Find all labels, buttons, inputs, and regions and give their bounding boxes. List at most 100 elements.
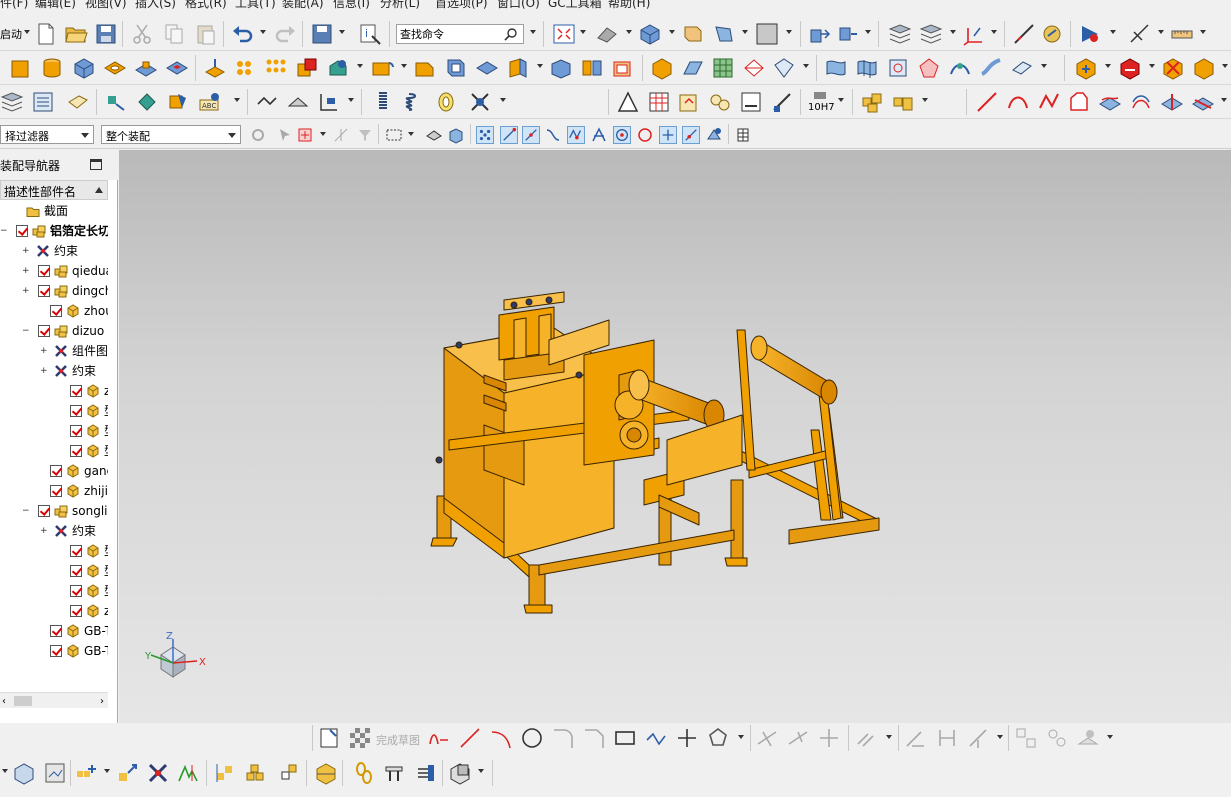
move-parts-icon[interactable]: [116, 761, 140, 785]
chevron-down-icon[interactable]: [742, 30, 748, 34]
fillet-icon[interactable]: [551, 726, 575, 750]
chevron-down-icon[interactable]: [786, 30, 792, 34]
replace-component-icon[interactable]: [1161, 56, 1185, 80]
tree-row[interactable]: 型钢: [0, 581, 108, 601]
chevron-down-icon[interactable]: [1041, 64, 1047, 68]
mate-component-icon[interactable]: [1118, 56, 1142, 80]
pocket-icon[interactable]: [165, 56, 189, 80]
tree-row[interactable]: 截面: [0, 201, 108, 221]
constraint-tool-icon[interactable]: [146, 761, 170, 785]
existing-point-icon[interactable]: [659, 126, 677, 144]
chevron-down-icon[interactable]: [1149, 64, 1155, 68]
visibility-checkbox[interactable]: [70, 605, 82, 617]
expand-icon[interactable]: +: [40, 347, 48, 356]
tree-row[interactable]: zhijiao: [0, 481, 108, 501]
visibility-checkbox[interactable]: [70, 425, 82, 437]
horizontal-scrollbar[interactable]: ‹ ›: [0, 692, 108, 708]
linked-body-icon[interactable]: [135, 90, 159, 114]
column-header[interactable]: 描述性部件名: [0, 180, 108, 200]
triangle-icon[interactable]: [616, 90, 640, 114]
array-icon[interactable]: [264, 56, 288, 80]
menu-assembly[interactable]: 装配(A): [282, 0, 324, 10]
visibility-checkbox[interactable]: [70, 565, 82, 577]
thicken-icon[interactable]: [611, 56, 635, 80]
chevron-down-icon[interactable]: [104, 769, 110, 773]
collapse-icon[interactable]: −: [0, 227, 8, 236]
snap-point-icon[interactable]: [476, 126, 494, 144]
sort-up-icon[interactable]: [95, 187, 103, 193]
brush-icon[interactable]: [770, 90, 794, 114]
rectangle-select-icon[interactable]: [385, 126, 403, 144]
chamfer-icon[interactable]: [413, 56, 437, 80]
quick-trim-icon[interactable]: [755, 726, 779, 750]
paste-icon[interactable]: [194, 22, 218, 46]
tree-row[interactable]: gangb: [0, 461, 108, 481]
pattern-icon[interactable]: [234, 56, 258, 80]
point-on-face-icon[interactable]: [705, 126, 723, 144]
split-body-icon[interactable]: [580, 56, 604, 80]
chevron-down-icon[interactable]: [1158, 30, 1164, 34]
new-file-icon[interactable]: [34, 22, 58, 46]
block-icon[interactable]: [8, 56, 32, 80]
endpoint-icon[interactable]: [500, 126, 518, 144]
visibility-checkbox[interactable]: [16, 225, 28, 237]
sweep-icon[interactable]: [742, 56, 766, 80]
offset-curve-icon[interactable]: [1129, 90, 1153, 114]
menu-edit[interactable]: 编辑(E): [35, 0, 76, 10]
through-curves-icon[interactable]: [824, 56, 848, 80]
visibility-checkbox[interactable]: [70, 405, 82, 417]
gears-icon[interactable]: [708, 90, 732, 114]
visibility-checkbox[interactable]: [50, 645, 62, 657]
surface-icon[interactable]: [711, 56, 735, 80]
menu-file[interactable]: 件(F): [0, 0, 28, 10]
visibility-checkbox[interactable]: [70, 445, 82, 457]
chevron-down-icon[interactable]: [1221, 98, 1227, 102]
clamp-icon[interactable]: [382, 761, 406, 785]
tree-row[interactable]: + 组件图: [0, 341, 108, 361]
redo-icon[interactable]: [273, 22, 297, 46]
tree-row[interactable]: − dizuo: [0, 321, 108, 341]
circle-icon[interactable]: [520, 726, 544, 750]
studio-surface-icon[interactable]: [886, 56, 910, 80]
chevron-down-icon[interactable]: [803, 64, 809, 68]
section-curve-icon[interactable]: [1191, 90, 1215, 114]
chevron-down-icon[interactable]: [580, 30, 586, 34]
visibility-checkbox[interactable]: [38, 325, 50, 337]
tree-row[interactable]: zhu: [0, 381, 108, 401]
save-icon[interactable]: [94, 22, 118, 46]
chevron-down-icon[interactable]: [738, 735, 744, 739]
studio-spline-icon[interactable]: [644, 726, 668, 750]
cable-icon[interactable]: [414, 761, 438, 785]
expand-icon[interactable]: +: [22, 267, 30, 276]
curve-mesh-icon[interactable]: [855, 56, 879, 80]
sheet-icon[interactable]: [739, 90, 763, 114]
arc-icon[interactable]: [1006, 90, 1030, 114]
dimension-icon[interactable]: [1128, 22, 1152, 46]
expand-icon[interactable]: +: [22, 287, 30, 296]
menu-gc-toolbox[interactable]: GC工具箱: [548, 0, 602, 10]
sketch-settings-icon[interactable]: [1076, 726, 1100, 750]
selection-filter-select[interactable]: 择过滤器: [0, 125, 94, 144]
search-icon[interactable]: [504, 27, 518, 41]
collapse-icon[interactable]: −: [22, 507, 30, 516]
sequence-icon[interactable]: [214, 761, 238, 785]
analysis-icon[interactable]: [1040, 22, 1064, 46]
finish-sketch-label[interactable]: 完成草图: [376, 732, 420, 748]
quadrant-point-icon[interactable]: [636, 126, 654, 144]
wcs-icon[interactable]: [962, 22, 986, 46]
wave-link-icon[interactable]: [104, 90, 128, 114]
extension-icon[interactable]: [1010, 56, 1034, 80]
background-icon[interactable]: [755, 22, 779, 46]
filter-icon[interactable]: [356, 126, 374, 144]
tree-row[interactable]: + qiedua: [0, 261, 108, 281]
collapse-icon[interactable]: −: [22, 327, 30, 336]
intersect-curve-icon[interactable]: [1160, 90, 1184, 114]
visibility-checkbox[interactable]: [50, 485, 62, 497]
polyline-icon[interactable]: [1037, 90, 1061, 114]
render-style-icon[interactable]: [595, 22, 619, 46]
gear-icon[interactable]: [249, 126, 267, 144]
undo-icon[interactable]: [231, 22, 255, 46]
extrude-icon[interactable]: [807, 22, 831, 46]
visibility-checkbox[interactable]: [70, 545, 82, 557]
box-icon[interactable]: [650, 56, 674, 80]
